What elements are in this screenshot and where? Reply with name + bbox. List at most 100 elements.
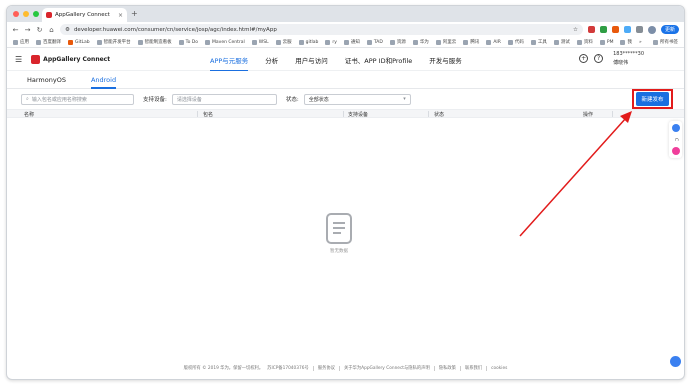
- bookmarks-bar: 应用 百度翻译 GitLab 智能开发平台 智能制造看板 To Do Maven…: [7, 37, 684, 48]
- window-controls: [13, 11, 39, 17]
- tab-harmonyos[interactable]: HarmonyOS: [27, 71, 66, 89]
- bookmark-item[interactable]: PM: [599, 39, 613, 45]
- maximize-window-button[interactable]: [33, 11, 39, 17]
- app-header: ☰ AppGallery Connect APP与元服务 分析 用户与访问 证书…: [7, 48, 684, 71]
- folder-icon: [599, 39, 605, 45]
- bookmark-item[interactable]: TAD: [366, 39, 383, 45]
- url-bar[interactable]: ⚙ developer.huawei.com/consumer/cn/servi…: [60, 24, 583, 35]
- search-input[interactable]: ⌕ 输入包名或应用名称搜索: [21, 93, 134, 105]
- folder-icon: [530, 39, 536, 45]
- gitlab-icon: [68, 39, 73, 45]
- appgallery-favicon-icon: [46, 12, 52, 18]
- nav-users-access[interactable]: 用户与访问: [295, 48, 328, 71]
- appgallery-logo-icon: [31, 54, 41, 64]
- bookmark-item[interactable]: ry: [325, 39, 337, 45]
- empty-document-icon: [326, 213, 352, 244]
- tab-close-icon[interactable]: ×: [118, 12, 123, 19]
- column-name: 名称: [24, 112, 35, 118]
- bookmark-item[interactable]: Maven Central: [205, 39, 245, 45]
- add-icon[interactable]: +: [579, 54, 589, 63]
- all-bookmarks[interactable]: 所有书签: [653, 39, 678, 45]
- bookmark-item[interactable]: 工具: [530, 39, 547, 45]
- folder-icon: [435, 39, 441, 45]
- column-actions: 操作: [583, 112, 594, 118]
- minimize-window-button[interactable]: [23, 11, 29, 17]
- nav-certificates[interactable]: 证书、APP ID和Profile: [345, 48, 413, 71]
- footer-divider: [338, 365, 340, 371]
- empty-state-text: 暂无数据: [330, 249, 348, 254]
- bookmark-item[interactable]: 应用: [13, 39, 29, 45]
- nav-app-services[interactable]: APP与元服务: [210, 48, 249, 71]
- nav-dev-services[interactable]: 开发与服务: [429, 48, 462, 71]
- top-navigation: APP与元服务 分析 用户与访问 证书、APP ID和Profile 开发与服务: [210, 48, 462, 71]
- folder-icon: [389, 39, 395, 45]
- profile-avatar[interactable]: [647, 25, 656, 34]
- tab-android[interactable]: Android: [90, 71, 117, 89]
- bookmark-item[interactable]: 智能开发平台: [96, 39, 131, 45]
- footer-cookies-link[interactable]: cookies: [491, 366, 507, 371]
- chevron-down-icon: ▾: [403, 96, 406, 102]
- column-divider: [428, 111, 429, 117]
- side-tool-label: C: [673, 138, 678, 142]
- extension-icon[interactable]: [587, 26, 595, 33]
- footer-divider: [459, 365, 461, 371]
- bookmark-item[interactable]: 通知: [343, 39, 360, 45]
- nav-analytics[interactable]: 分析: [265, 48, 278, 71]
- bookmarks-more-button[interactable]: »: [639, 40, 642, 45]
- extension-shield-icon[interactable]: [599, 26, 607, 33]
- empty-state: 暂无数据: [322, 213, 356, 254]
- browser-tab-appgallery[interactable]: AppGallery Connect ×: [42, 8, 127, 22]
- user-info[interactable]: 183******30 傅晓伟: [613, 51, 644, 66]
- device-placeholder: 请选择设备: [176, 96, 202, 103]
- new-release-button[interactable]: 新建发布: [636, 92, 669, 106]
- bookmark-item[interactable]: GitLab: [68, 39, 90, 45]
- bookmark-item[interactable]: 腾讯: [463, 39, 479, 45]
- bookmark-item[interactable]: To Do: [178, 39, 198, 45]
- new-tab-button[interactable]: +: [131, 9, 138, 18]
- footer-contact-link[interactable]: 联系我们: [465, 365, 482, 371]
- menu-icon[interactable]: ☰: [15, 55, 22, 64]
- feedback-icon[interactable]: [671, 124, 680, 132]
- bookmark-item[interactable]: 百度翻译: [36, 39, 61, 45]
- extension-g-icon[interactable]: [623, 26, 631, 33]
- device-select[interactable]: 请选择设备: [171, 93, 277, 105]
- search-icon: ⌕: [26, 96, 29, 102]
- bookmark-star-icon[interactable]: ☆: [573, 27, 578, 33]
- bookmark-item[interactable]: 测试: [553, 39, 570, 45]
- close-window-button[interactable]: [13, 11, 19, 17]
- extensions-puzzle-icon[interactable]: [635, 26, 643, 33]
- tab-title: AppGallery Connect: [55, 12, 110, 18]
- folder-icon: [576, 39, 582, 45]
- column-package: 包名: [203, 112, 214, 118]
- reload-icon[interactable]: ↻: [36, 26, 43, 34]
- bookmark-item[interactable]: 华为: [412, 39, 429, 45]
- assistant-icon[interactable]: [671, 147, 680, 156]
- forward-icon[interactable]: →: [24, 26, 31, 34]
- folder-icon: [463, 39, 469, 45]
- folder-icon: [553, 39, 559, 45]
- bookmark-item[interactable]: WSL: [251, 39, 269, 45]
- bookmark-item[interactable]: 我: [620, 39, 632, 45]
- back-icon[interactable]: ←: [12, 26, 19, 34]
- bookmark-item[interactable]: gitlab: [298, 39, 318, 45]
- bookmark-item[interactable]: 阿里云: [435, 39, 456, 45]
- extension-c-icon[interactable]: [611, 26, 619, 33]
- help-icon[interactable]: ?: [594, 54, 604, 63]
- bookmark-item[interactable]: AIR: [486, 39, 501, 45]
- home-icon[interactable]: ⌂: [48, 26, 55, 34]
- site-info-icon[interactable]: ⚙: [65, 27, 70, 33]
- bookmark-item[interactable]: 资料: [576, 39, 593, 45]
- footer-terms-link[interactable]: 服务协议: [318, 365, 335, 371]
- footer-privacy-policy-link[interactable]: 隐私政策: [439, 365, 456, 371]
- bookmark-item[interactable]: 代码: [507, 39, 524, 45]
- footer-icp[interactable]: 苏ICP备17040376号: [267, 365, 309, 371]
- bookmark-item[interactable]: 资源: [389, 39, 406, 45]
- bookmark-item[interactable]: 云服: [275, 39, 292, 45]
- bookmark-icon: [178, 39, 184, 45]
- bookmark-item[interactable]: 智能制造看板: [137, 39, 172, 45]
- column-divider: [343, 111, 344, 117]
- browser-update-button[interactable]: 更新: [660, 25, 679, 34]
- footer-privacy-statement-link[interactable]: 关于华为AppGallery Connect与隐私的声明: [344, 365, 430, 371]
- status-select[interactable]: 全部状态 ▾: [303, 93, 411, 105]
- device-label: 支持设备:: [143, 97, 167, 103]
